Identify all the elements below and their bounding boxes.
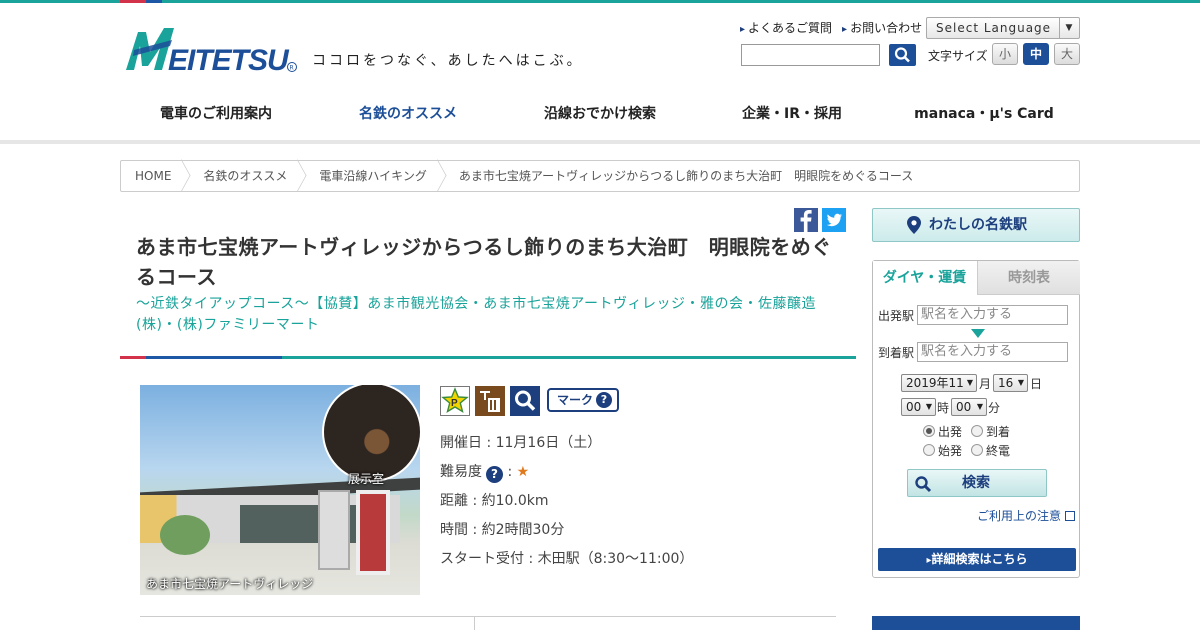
breadcrumb: HOME 名鉄のオススメ 電車沿線ハイキング あま市七宝焼アートヴィレッジからつ… <box>120 160 1080 192</box>
usage-notes-label: ご利用上の注意 <box>977 509 1062 523</box>
my-station-button[interactable]: わたしの名鉄駅 <box>872 208 1080 242</box>
nav-recommend[interactable]: 名鉄のオススメ <box>312 92 504 144</box>
difficulty-row: 難易度? : ★ <box>440 461 529 483</box>
minute-select[interactable]: 00 <box>951 398 987 416</box>
to-station-label: 到着駅 <box>878 346 915 360</box>
title-rule <box>120 356 856 359</box>
column-divider <box>474 616 475 630</box>
sidebar-next-banner[interactable] <box>872 616 1080 630</box>
radio-last-train[interactable]: 終電 <box>971 442 1010 459</box>
global-nav: 電車のご利用案内 名鉄のオススメ 沿線おでかけ検索 企業・IR・採用 manac… <box>120 92 1080 144</box>
facebook-share-button[interactable] <box>794 208 818 232</box>
utility-links: よくあるご質問 お問い合わせ <box>740 19 922 36</box>
mark-help-button[interactable]: マーク ? <box>547 388 619 412</box>
twitter-share-button[interactable] <box>822 208 846 232</box>
slogan: ココロをつなぐ、あしたへはこぶ。 <box>312 53 584 69</box>
font-size-small-button[interactable]: 小 <box>992 43 1018 65</box>
my-station-label: わたしの名鉄駅 <box>929 217 1027 233</box>
site-search-input[interactable] <box>741 44 880 66</box>
hour-select[interactable]: 00 <box>901 398 936 416</box>
question-icon: ? <box>596 392 612 408</box>
course-distance: 距離 : 約10.0km <box>440 493 549 509</box>
meitetsu-logo[interactable]: EITETSU R <box>124 26 300 74</box>
parking-star-icon: P <box>440 386 470 416</box>
route-search-button[interactable]: 検索 <box>907 469 1047 497</box>
usage-notes-link[interactable]: ご利用上の注意 <box>977 507 1076 524</box>
page-title: あま市七宝焼アートヴィレッジからつるし飾りのまち大治町 明眼院をめぐるコース <box>136 235 832 289</box>
hour-unit: 時 <box>937 401 950 415</box>
search-icon <box>915 476 932 493</box>
detailed-search-button[interactable]: 詳細検索はこちら <box>878 548 1076 571</box>
nav-manaca[interactable]: manaca・μ's Card <box>888 92 1080 144</box>
difficulty-label: 難易度 <box>440 464 482 480</box>
nav-train-guide[interactable]: 電車のご利用案内 <box>120 92 312 144</box>
top-accent-bar <box>0 0 1200 3</box>
month-unit: 月 <box>979 377 992 391</box>
facebook-icon <box>800 210 812 232</box>
breadcrumb-current: あま市七宝焼アートヴィレッジからつるし飾りのまち大治町 明眼院をめぐるコース <box>458 169 914 183</box>
breadcrumb-hiking[interactable]: 電車沿線ハイキング <box>303 161 442 191</box>
toilet-icon <box>475 386 505 416</box>
language-select-label: Select Language <box>936 21 1052 35</box>
font-size-large-button[interactable]: 大 <box>1054 43 1080 65</box>
page-subtitle: ～近鉄タイアップコース～【協賛】あま市観光協会・あま市七宝焼アートヴィレッジ・雅… <box>136 296 816 333</box>
svg-text:P: P <box>451 398 458 409</box>
exhibition-room-photo <box>322 385 420 482</box>
search-icon <box>894 47 910 63</box>
difficulty-separator: : <box>507 464 513 480</box>
language-select[interactable]: Select Language ▼ <box>926 17 1080 39</box>
radio-first-train[interactable]: 始発 <box>923 442 962 459</box>
event-date: 開催日 : 11月16日（土） <box>440 435 602 451</box>
external-window-icon <box>1065 511 1076 521</box>
photo-caption-room: 展示室 <box>348 472 385 486</box>
breadcrumb-recommend[interactable]: 名鉄のオススメ <box>187 161 303 191</box>
radio-arrive[interactable]: 到着 <box>971 423 1010 440</box>
route-search-panel: ダイヤ・運賃 時刻表 出発駅 駅名を入力する 到着駅 駅名を入力する 2019年… <box>872 260 1080 578</box>
location-pin-icon <box>907 216 921 234</box>
radio-depart[interactable]: 出発 <box>923 423 962 440</box>
contact-link[interactable]: お問い合わせ <box>842 19 922 36</box>
year-month-select[interactable]: 2019年11 <box>901 374 977 392</box>
day-select[interactable]: 16 <box>993 374 1028 392</box>
nav-divider <box>0 140 1200 144</box>
arrow-down-icon <box>971 329 985 338</box>
search-icon <box>510 386 540 416</box>
course-time: 時間 : 約2時間30分 <box>440 522 565 538</box>
svg-text:R: R <box>290 65 294 72</box>
start-reception: スタート受付 : 木田駅（8:30～11:00） <box>440 551 694 567</box>
nav-outing-search[interactable]: 沿線おでかけ検索 <box>504 92 696 144</box>
difficulty-help-icon[interactable]: ? <box>486 466 503 483</box>
svg-text:EITETSU: EITETSU <box>168 44 290 74</box>
course-photo: 展示室 あま市七宝焼アートヴィレッジ <box>140 385 420 595</box>
to-station-input[interactable]: 駅名を入力する <box>917 342 1068 362</box>
chevron-down-icon: ▼ <box>1059 18 1079 38</box>
nav-corporate[interactable]: 企業・IR・採用 <box>696 92 888 144</box>
site-search-button[interactable] <box>889 44 916 66</box>
from-station-input[interactable]: 駅名を入力する <box>917 305 1068 325</box>
from-station-label: 出発駅 <box>878 309 915 323</box>
minute-unit: 分 <box>988 401 1001 415</box>
faq-link[interactable]: よくあるご質問 <box>740 19 832 36</box>
difficulty-star-icon: ★ <box>516 464 530 480</box>
route-search-label: 検索 <box>962 475 990 491</box>
font-size-label: 文字サイズ <box>928 49 988 63</box>
font-size-medium-button[interactable]: 中 <box>1023 43 1049 65</box>
day-unit: 日 <box>1030 377 1043 391</box>
tab-fare[interactable]: ダイヤ・運賃 <box>873 261 976 295</box>
mark-help-label: マーク <box>557 393 594 407</box>
twitter-icon <box>826 213 842 227</box>
photo-caption-main: あま市七宝焼アートヴィレッジ <box>146 577 314 591</box>
tab-timetable[interactable]: 時刻表 <box>977 261 1080 295</box>
breadcrumb-home[interactable]: HOME <box>121 161 187 191</box>
section-divider <box>140 616 836 617</box>
